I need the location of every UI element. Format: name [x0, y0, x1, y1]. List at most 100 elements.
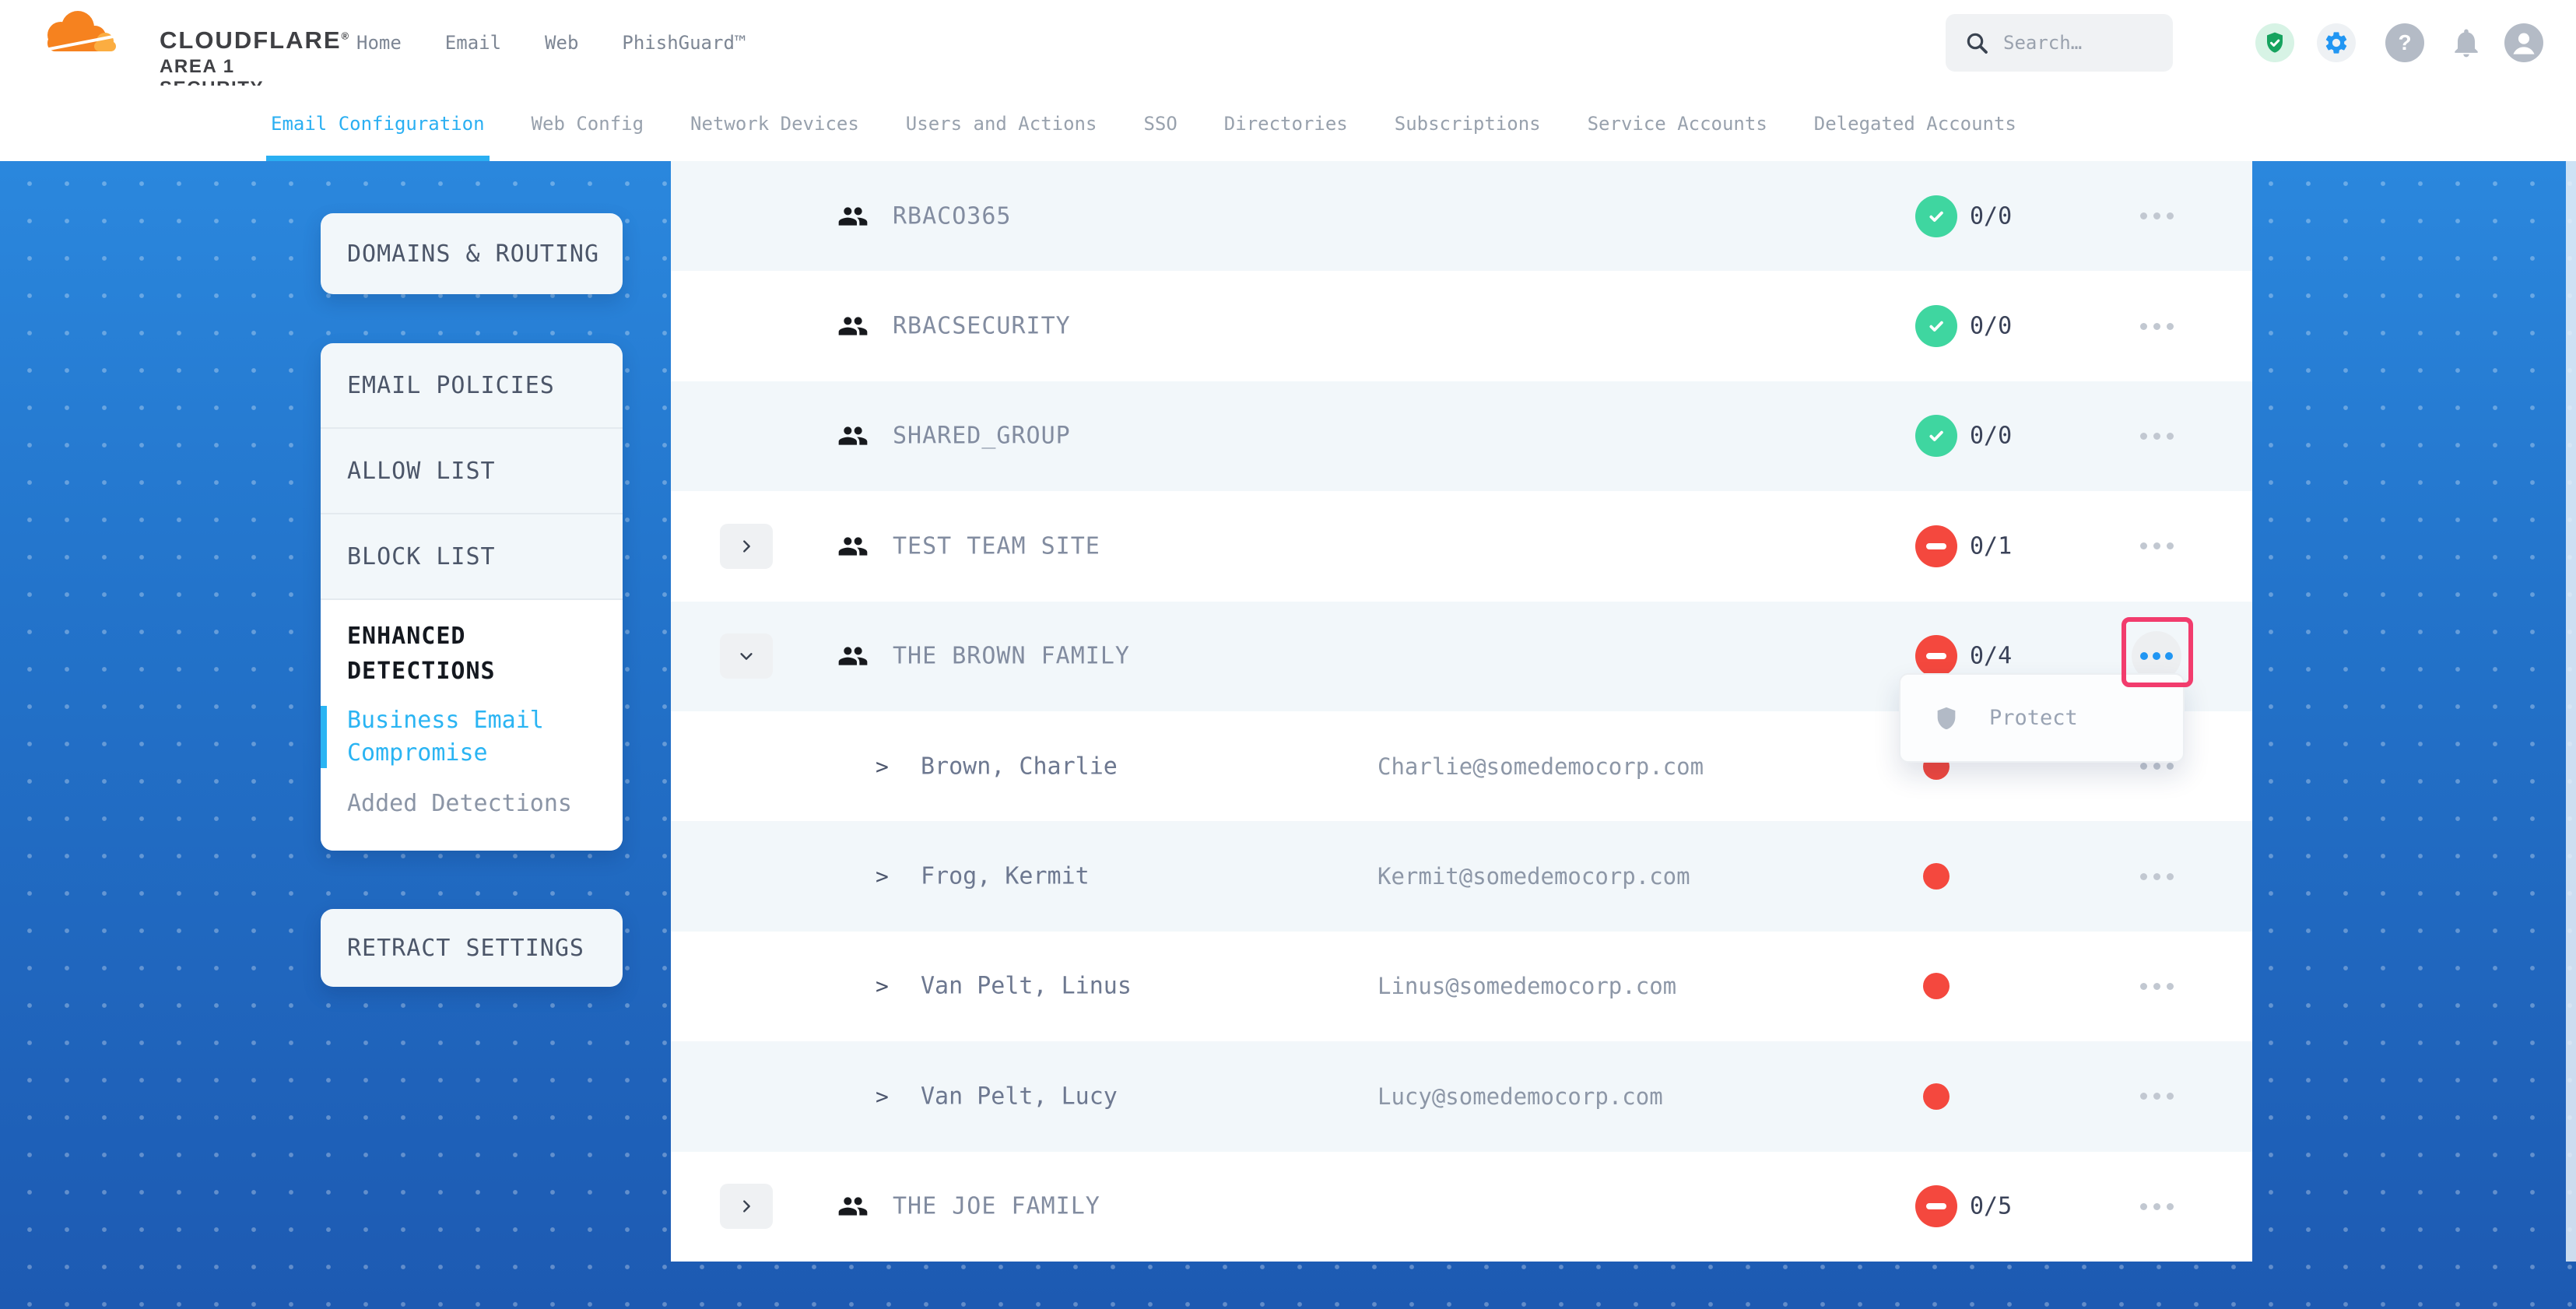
tab-users-and-actions[interactable]: Users and Actions	[906, 86, 1097, 161]
member-count: 0/0	[1970, 423, 2012, 450]
expand-button[interactable]	[720, 633, 773, 679]
table-row: RBACO365 0/0	[671, 161, 2252, 271]
section-tabs: Email Configuration Web Config Network D…	[0, 86, 2576, 161]
sidebar-item-domains-routing[interactable]: DOMAINS & ROUTING	[321, 213, 623, 294]
help-icon[interactable]: ?	[2385, 23, 2424, 62]
top-header: CLOUDFLARE® AREA 1 SECURITY Home Email W…	[0, 0, 2576, 87]
group-name: THE BROWN FAMILY	[893, 643, 1130, 670]
user-email: Lucy@somedemocorp.com	[1377, 1083, 1663, 1110]
chevron-down-icon	[738, 647, 755, 665]
user-email: Charlie@somedemocorp.com	[1377, 753, 1704, 780]
tab-network-devices[interactable]: Network Devices	[690, 86, 859, 161]
member-count: 0/5	[1970, 1193, 2012, 1220]
table-row: TEST TEAM SITE 0/1	[671, 491, 2252, 601]
member-count: 0/0	[1970, 202, 2012, 230]
member-count: 0/4	[1970, 643, 2012, 670]
sidebar-item-added-detections[interactable]: Added Detections	[347, 790, 602, 817]
sidebar-policies-card: EMAIL POLICIES ALLOW LIST BLOCK LIST ENH…	[321, 343, 623, 851]
table-row: RBACSECURITY 0/0	[671, 271, 2252, 381]
sidebar-item-allow-list[interactable]: ALLOW LIST	[321, 429, 623, 514]
group-name: RBACSECURITY	[893, 313, 1071, 340]
search-box	[1946, 14, 2173, 72]
table-row: >Van Pelt, LinusLinus@somedemocorp.com	[671, 932, 2252, 1041]
row-menu-button[interactable]	[2129, 299, 2184, 353]
user-name: Brown, Charlie	[921, 753, 1118, 780]
ellipsis-icon	[2140, 323, 2174, 330]
chevron-right-icon: >	[876, 753, 889, 779]
search-input[interactable]	[2002, 31, 2160, 54]
check-badge-icon	[1915, 305, 1957, 347]
tab-sso[interactable]: SSO	[1143, 86, 1177, 161]
ellipsis-icon	[2140, 212, 2174, 219]
row-menu-button[interactable]	[2129, 409, 2184, 463]
table-row: >Frog, KermitKermit@somedemocorp.com	[671, 821, 2252, 931]
group-name: TEST TEAM SITE	[893, 532, 1100, 560]
sidebar-item-email-policies[interactable]: EMAIL POLICIES	[321, 343, 623, 429]
member-count: 0/1	[1970, 532, 2012, 560]
account-icon[interactable]	[2504, 23, 2543, 62]
check-badge-icon	[1915, 195, 1957, 237]
group-name: RBACO365	[893, 202, 1012, 230]
group-icon	[837, 640, 869, 672]
table-row: THE JOE FAMILY0/5	[671, 1152, 2252, 1262]
enhanced-detections-title: ENHANCED DETECTIONS	[347, 619, 588, 689]
user-name: Frog, Kermit	[921, 863, 1090, 890]
row-menu-button[interactable]	[2129, 189, 2184, 244]
user-email: Linus@somedemocorp.com	[1377, 973, 1676, 999]
nav-item-phishguard[interactable]: PhishGuard™	[622, 32, 746, 54]
row-menu-button[interactable]	[2129, 959, 2184, 1013]
page-scrollbar[interactable]	[2566, 161, 2576, 1262]
row-menu-button[interactable]	[2129, 1069, 2184, 1124]
ellipsis-icon	[2140, 873, 2174, 880]
nav-item-web[interactable]: Web	[545, 32, 578, 54]
group-icon	[837, 311, 869, 342]
minus-badge-icon	[1915, 525, 1957, 567]
gear-icon[interactable]	[2317, 23, 2356, 62]
tab-subscriptions[interactable]: Subscriptions	[1395, 86, 1541, 161]
minus-badge-icon	[1915, 635, 1957, 677]
sidebar-item-business-email-compromise[interactable]: Business Email Compromise	[321, 704, 581, 770]
tab-delegated-accounts[interactable]: Delegated Accounts	[1814, 86, 2016, 161]
context-menu-item-protect[interactable]: Protect	[1989, 706, 2078, 730]
tab-web-config[interactable]: Web Config	[532, 86, 644, 161]
tab-directories[interactable]: Directories	[1224, 86, 1348, 161]
row-menu-button[interactable]	[2129, 519, 2184, 574]
table-row: > Van Pelt, Lucy Lucy@somedemocorp.com	[671, 1041, 2252, 1151]
nav-item-home[interactable]: Home	[356, 32, 402, 54]
ellipsis-icon	[2140, 1203, 2174, 1210]
status-dot	[1923, 973, 1950, 999]
search-icon	[1964, 30, 1989, 55]
shield-check-icon[interactable]	[2255, 23, 2294, 62]
user-name: Van Pelt, Lucy	[921, 1083, 1118, 1110]
sidebar-section-enhanced-detections: ENHANCED DETECTIONS Business Email Compr…	[321, 600, 623, 851]
user-email: Kermit@somedemocorp.com	[1377, 863, 1690, 890]
chevron-right-icon: >	[876, 974, 889, 999]
tab-email-configuration[interactable]: Email Configuration	[271, 86, 485, 161]
ellipsis-icon	[2140, 1093, 2174, 1100]
row-menu-button[interactable]	[2129, 1179, 2184, 1234]
chevron-right-icon: >	[876, 1083, 889, 1109]
row-menu-button[interactable]	[2129, 849, 2184, 904]
group-icon	[837, 1191, 869, 1222]
cloudflare-cloud-icon	[37, 9, 118, 53]
bell-icon[interactable]	[2447, 23, 2486, 62]
chevron-right-icon	[738, 1198, 755, 1215]
cloudflare-logo[interactable]: CLOUDFLARE® AREA 1 SECURITY	[37, 6, 317, 79]
brand-name: CLOUDFLARE®	[160, 26, 350, 54]
table-row: SHARED_GROUP 0/0	[671, 381, 2252, 491]
primary-nav: Home Email Web PhishGuard™	[356, 0, 746, 86]
nav-item-email[interactable]: Email	[445, 32, 501, 54]
ellipsis-icon	[2140, 983, 2174, 990]
sidebar-item-block-list[interactable]: BLOCK LIST	[321, 514, 623, 600]
chevron-right-icon	[738, 538, 755, 555]
sidebar-item-retract-settings[interactable]: RETRACT SETTINGS	[321, 909, 623, 987]
tab-service-accounts[interactable]: Service Accounts	[1588, 86, 1767, 161]
group-icon	[837, 420, 869, 451]
member-count: 0/0	[1970, 313, 2012, 340]
expand-button[interactable]	[720, 524, 773, 569]
expand-button[interactable]	[720, 1184, 773, 1229]
status-dot	[1923, 863, 1950, 890]
group-icon	[837, 531, 869, 562]
ellipsis-icon	[2140, 652, 2173, 660]
group-name: SHARED_GROUP	[893, 423, 1071, 450]
